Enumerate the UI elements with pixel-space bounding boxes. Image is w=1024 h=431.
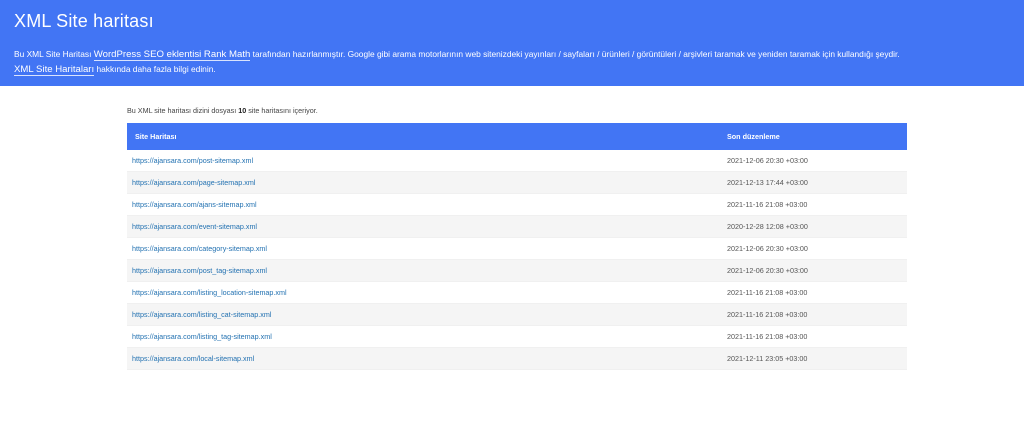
table-row: https://ajansara.com/category-sitemap.xm… (127, 237, 907, 260)
header-banner: XML Site haritası Bu XML Site Haritası W… (0, 0, 1024, 86)
sitemap-url-cell: https://ajansara.com/listing_tag-sitemap… (127, 325, 719, 348)
sitemap-link[interactable]: https://ajansara.com/post-sitemap.xml (132, 156, 253, 165)
desc-text-2: tarafından hazırlanmıştır. Google gibi a… (250, 49, 900, 59)
sitemap-link[interactable]: https://ajansara.com/local-sitemap.xml (132, 354, 254, 363)
header-description: Bu XML Site Haritası WordPress SEO eklen… (14, 47, 1014, 77)
table-row: https://ajansara.com/listing_location-si… (127, 281, 907, 304)
rank-math-link[interactable]: WordPress SEO eklentisi Rank Math (93, 49, 251, 61)
table-row: https://ajansara.com/post_tag-sitemap.xm… (127, 259, 907, 282)
desc-text-1: Bu XML Site Haritası (14, 49, 94, 59)
last-modified-cell: 2021-11-16 21:08 +03:00 (719, 325, 907, 348)
table-row: https://ajansara.com/listing_tag-sitemap… (127, 325, 907, 348)
sitemap-table-body: https://ajansara.com/post-sitemap.xml 202… (127, 150, 907, 370)
sitemap-link[interactable]: https://ajansara.com/listing_tag-sitemap… (132, 332, 272, 341)
last-modified-cell: 2021-12-06 20:30 +03:00 (719, 237, 907, 260)
count-suffix: site haritasını içeriyor. (246, 106, 318, 115)
sitemap-table: Site Haritası Son düzenleme https://ajan… (127, 123, 907, 370)
last-modified-cell: 2021-11-16 21:08 +03:00 (719, 303, 907, 326)
main-content: Bu XML site haritası dizini dosyası 10 s… (127, 104, 907, 370)
sitemap-url-cell: https://ajansara.com/page-sitemap.xml (127, 171, 719, 194)
sitemap-link[interactable]: https://ajansara.com/listing_cat-sitemap… (132, 310, 271, 319)
sitemap-url-cell: https://ajansara.com/post_tag-sitemap.xm… (127, 259, 719, 282)
last-modified-cell: 2021-11-16 21:08 +03:00 (719, 193, 907, 216)
last-modified-cell: 2021-12-06 20:30 +03:00 (719, 150, 907, 172)
sitemap-url-cell: https://ajansara.com/ajans-sitemap.xml (127, 193, 719, 216)
sitemap-url-cell: https://ajansara.com/local-sitemap.xml (127, 347, 719, 370)
column-header-sitemap: Site Haritası (127, 123, 719, 150)
last-modified-cell: 2021-12-13 17:44 +03:00 (719, 171, 907, 194)
sitemap-link[interactable]: https://ajansara.com/category-sitemap.xm… (132, 244, 267, 253)
sitemap-link[interactable]: https://ajansara.com/listing_location-si… (132, 288, 287, 297)
table-row: https://ajansara.com/listing_cat-sitemap… (127, 303, 907, 326)
sitemap-url-cell: https://ajansara.com/event-sitemap.xml (127, 215, 719, 238)
last-modified-cell: 2021-12-11 23:05 +03:00 (719, 347, 907, 370)
last-modified-cell: 2020-12-28 12:08 +03:00 (719, 215, 907, 238)
sitemap-count-text: Bu XML site haritası dizini dosyası 10 s… (127, 104, 907, 118)
sitemap-url-cell: https://ajansara.com/listing_cat-sitemap… (127, 303, 719, 326)
sitemap-url-cell: https://ajansara.com/post-sitemap.xml (127, 150, 719, 172)
table-row: https://ajansara.com/local-sitemap.xml 20… (127, 347, 907, 370)
sitemap-link[interactable]: https://ajansara.com/page-sitemap.xml (132, 178, 255, 187)
sitemap-url-cell: https://ajansara.com/listing_location-si… (127, 281, 719, 304)
table-header-row: Site Haritası Son düzenleme (127, 123, 907, 150)
last-modified-cell: 2021-12-06 20:30 +03:00 (719, 259, 907, 282)
table-row: https://ajansara.com/page-sitemap.xml 202… (127, 171, 907, 194)
desc-text-3: hakkında daha fazla bilgi edinin. (94, 64, 216, 74)
sitemap-link[interactable]: https://ajansara.com/event-sitemap.xml (132, 222, 257, 231)
count-prefix: Bu XML site haritası dizini dosyası (127, 106, 239, 115)
last-modified-cell: 2021-11-16 21:08 +03:00 (719, 281, 907, 304)
page-title: XML Site haritası (14, 11, 154, 31)
sitemap-count: 10 (238, 106, 247, 115)
table-row: https://ajansara.com/event-sitemap.xml 20… (127, 215, 907, 238)
table-row: https://ajansara.com/ajans-sitemap.xml 20… (127, 193, 907, 216)
sitemap-link[interactable]: https://ajansara.com/post_tag-sitemap.xm… (132, 266, 267, 275)
sitemap-url-cell: https://ajansara.com/category-sitemap.xm… (127, 237, 719, 260)
sitemap-link[interactable]: https://ajansara.com/ajans-sitemap.xml (132, 200, 257, 209)
table-row: https://ajansara.com/post-sitemap.xml 202… (127, 150, 907, 172)
xml-sitemaps-info-link[interactable]: XML Site Haritaları (14, 64, 95, 76)
column-header-last-modified: Son düzenleme (719, 123, 907, 150)
